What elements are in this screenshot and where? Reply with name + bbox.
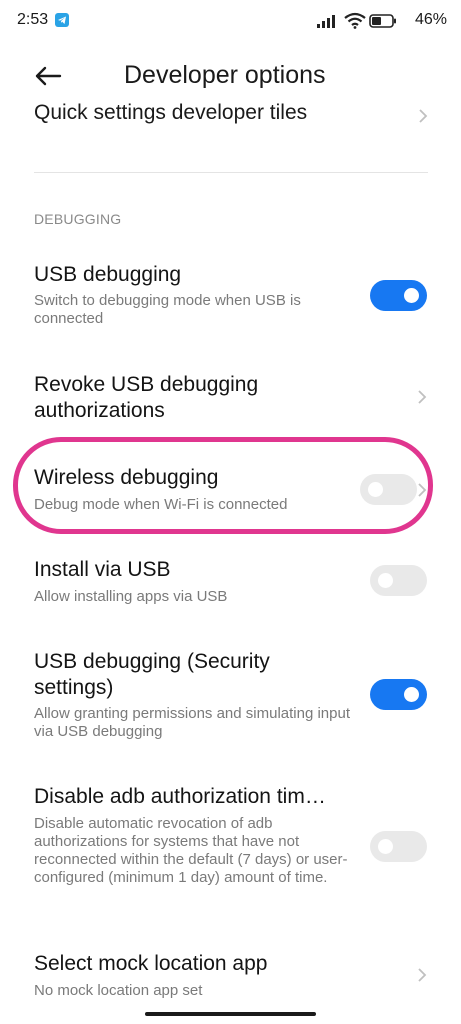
- divider: [34, 172, 428, 173]
- wifi-icon: [344, 12, 366, 29]
- chevron-right-icon: [418, 968, 427, 982]
- back-arrow-icon[interactable]: [33, 64, 63, 88]
- row-subtitle: No mock location app set: [34, 982, 203, 999]
- status-time: 2:53: [17, 11, 49, 28]
- wireless-debugging-row[interactable]: Wireless debugging Debug mode when Wi-Fi…: [0, 465, 461, 525]
- toggle-knob: [404, 288, 419, 303]
- row-subtitle: Switch to debugging mode when USB is con…: [34, 292, 301, 327]
- toggle-knob: [378, 573, 393, 588]
- toggle-knob: [378, 839, 393, 854]
- page-title: Developer options: [124, 61, 326, 89]
- chevron-right-icon: [418, 483, 427, 497]
- row-title: USB debugging (Security settings): [34, 650, 270, 699]
- status-bar: 2:53 46%: [0, 0, 461, 44]
- row-title: Quick settings developer tiles: [34, 101, 308, 124]
- section-header-debugging: DEBUGGING: [34, 211, 122, 227]
- usb-debugging-toggle[interactable]: [370, 280, 427, 311]
- row-subtitle: Allow granting permissions and simulatin…: [34, 705, 350, 740]
- row-title: USB debugging: [34, 263, 182, 286]
- chevron-right-icon: [418, 390, 427, 404]
- chevron-right-icon: [419, 109, 428, 123]
- row-subtitle: Allow installing apps via USB: [34, 588, 228, 605]
- usb-debugging-security-toggle[interactable]: [370, 679, 427, 710]
- battery-icon: [369, 14, 396, 28]
- row-title: Install via USB: [34, 558, 171, 581]
- row-subtitle: Debug mode when Wi-Fi is connected: [34, 496, 288, 513]
- telegram-notification-icon: [55, 13, 69, 27]
- disable-adb-authorization-timeout-toggle[interactable]: [370, 831, 427, 862]
- select-mock-location-app-row[interactable]: Select mock location app No mock locatio…: [0, 951, 461, 1003]
- signal-icon: [317, 15, 335, 28]
- disable-adb-authorization-timeout-row[interactable]: Disable adb authorization tim… Disable a…: [0, 784, 461, 914]
- row-title: Revoke USB debugging authorizations: [34, 373, 259, 422]
- install-via-usb-toggle[interactable]: [370, 565, 427, 596]
- battery-percentage: 46%: [414, 11, 447, 28]
- quick-settings-tiles-row[interactable]: Quick settings developer tiles: [0, 101, 461, 131]
- usb-debugging-row[interactable]: USB debugging Switch to debugging mode w…: [0, 262, 461, 337]
- row-title: Disable adb authorization tim…: [34, 785, 326, 808]
- revoke-usb-authorizations-row[interactable]: Revoke USB debugging authorizations: [0, 372, 461, 428]
- wireless-debugging-toggle[interactable]: [360, 474, 417, 505]
- toggle-knob: [404, 687, 419, 702]
- home-indicator[interactable]: [145, 1012, 316, 1016]
- row-title: Wireless debugging: [34, 466, 219, 489]
- install-via-usb-row[interactable]: Install via USB Allow installing apps vi…: [0, 557, 461, 609]
- row-subtitle: Disable automatic revocation of adb auth…: [34, 815, 348, 886]
- app-bar: Developer options: [0, 48, 461, 104]
- usb-debugging-security-row[interactable]: USB debugging (Security settings) Allow …: [0, 649, 461, 744]
- row-title: Select mock location app: [34, 952, 268, 975]
- toggle-knob: [368, 482, 383, 497]
